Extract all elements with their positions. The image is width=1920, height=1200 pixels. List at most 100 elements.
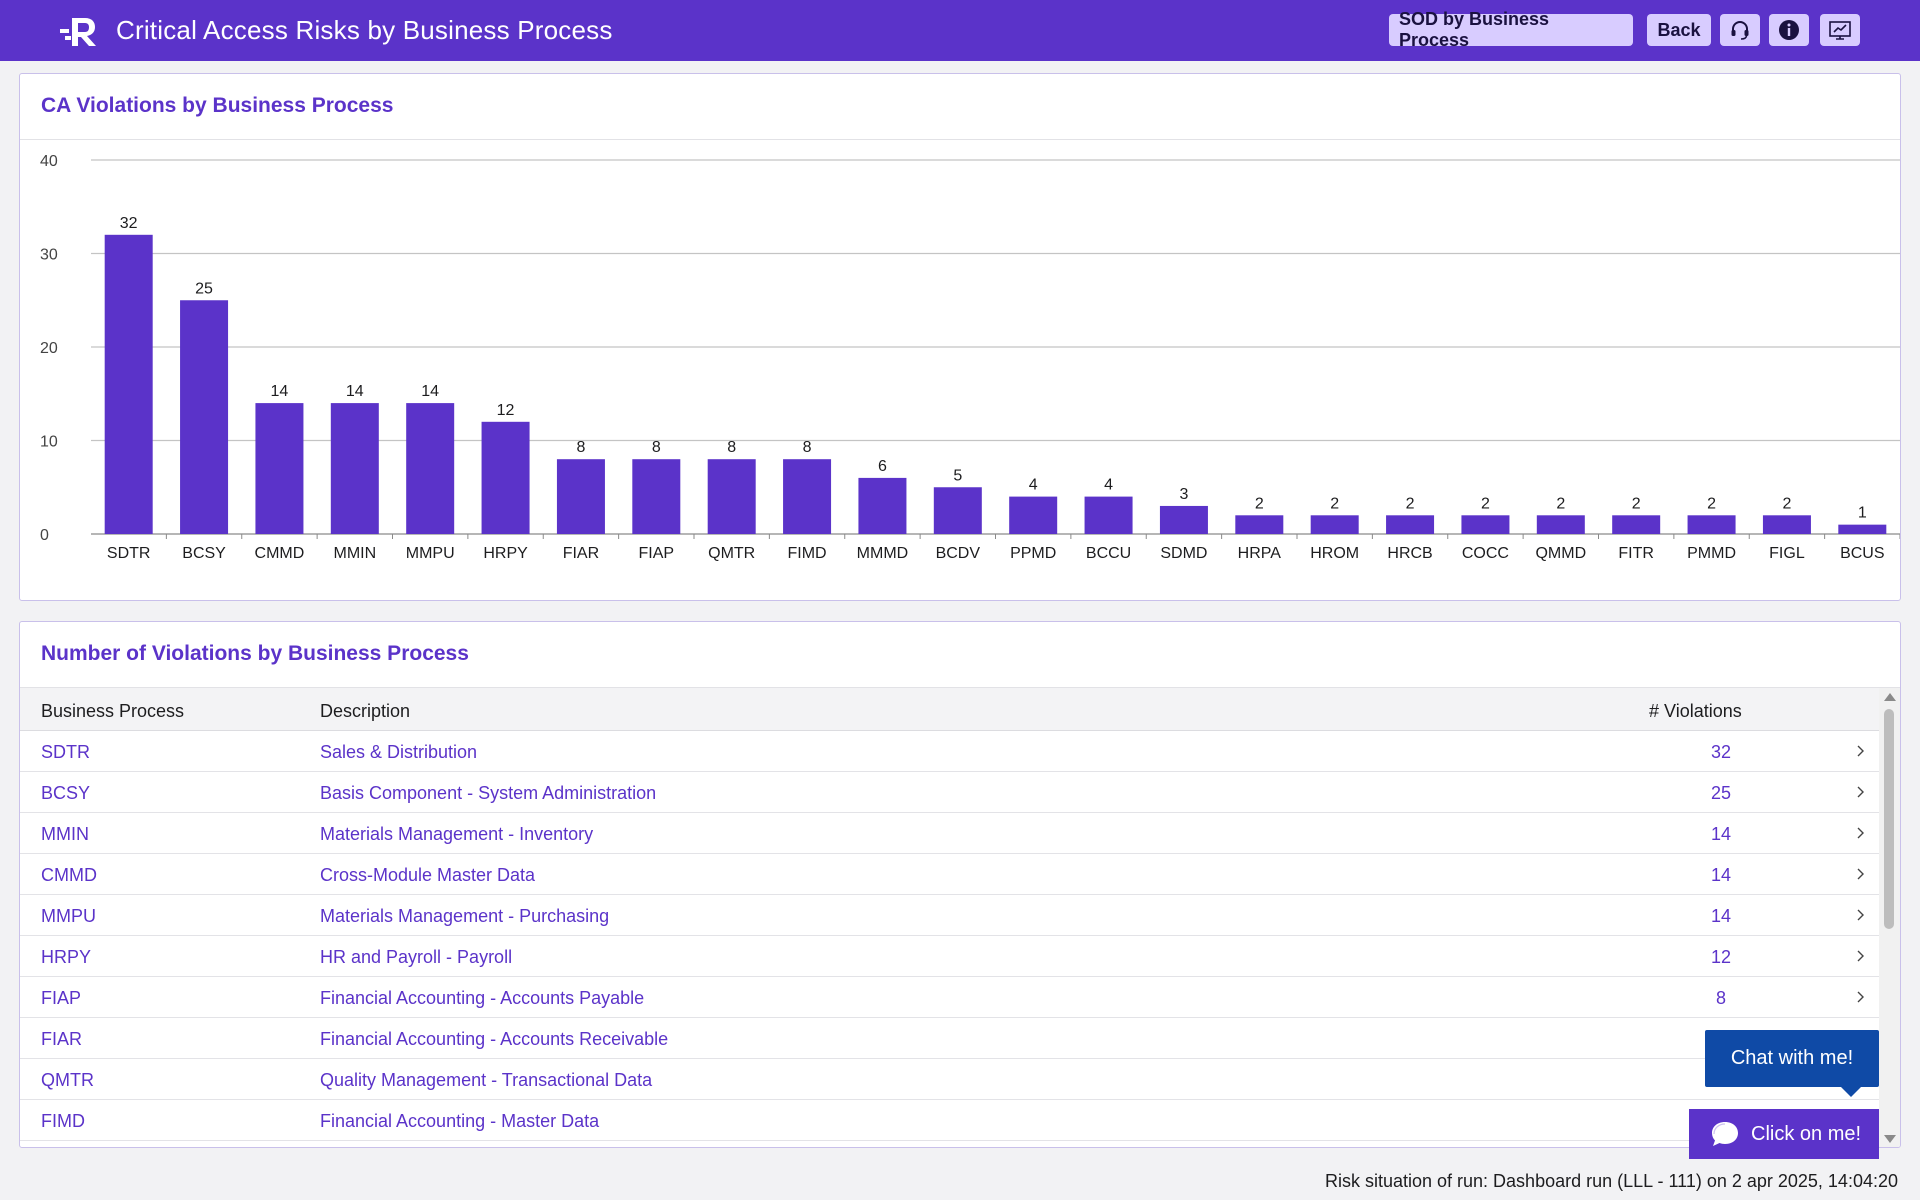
business-process-cell[interactable]: CMMD <box>41 865 97 886</box>
chat-bubble[interactable]: Chat with me! <box>1705 1030 1879 1097</box>
bar[interactable] <box>104 234 153 535</box>
bar[interactable] <box>707 459 756 534</box>
x-tick-label: BCDV <box>936 545 981 562</box>
bar[interactable] <box>255 403 304 534</box>
chart-card-title: CA Violations by Business Process <box>41 94 394 117</box>
bar[interactable] <box>180 300 229 534</box>
business-process-cell[interactable]: FIMD <box>41 1111 85 1132</box>
bar-value-label: 2 <box>1255 495 1264 512</box>
scroll-up-arrow-icon[interactable] <box>1884 693 1896 701</box>
table-row[interactable]: BCSY Basis Component - System Administrat… <box>20 772 1881 813</box>
bar[interactable] <box>556 459 605 534</box>
bar[interactable] <box>783 459 832 534</box>
bar[interactable] <box>1461 515 1510 534</box>
table-row[interactable]: FIAR Financial Accounting - Accounts Rece… <box>20 1018 1881 1059</box>
app-header: Critical Access Risks by Business Proces… <box>0 0 1920 61</box>
bar[interactable] <box>1536 515 1585 534</box>
bar[interactable] <box>1612 515 1661 534</box>
violations-count-cell[interactable]: 32 <box>1681 742 1761 763</box>
table-row[interactable]: FIMDFinancial Accounting - Master Data8 <box>20 1100 1881 1141</box>
description-cell[interactable]: Financial Accounting - Accounts Payable <box>320 988 644 1009</box>
y-tick-label: 40 <box>40 153 58 170</box>
table-row[interactable]: HRPY HR and Payroll - Payroll 12 <box>20 936 1881 977</box>
business-process-cell[interactable]: SDTR <box>41 742 90 763</box>
sod-by-business-process-button[interactable]: SOD by Business Process <box>1389 9 1633 50</box>
table-row[interactable]: MMPU Materials Management - Purchasing 14 <box>20 895 1881 936</box>
description-cell[interactable]: Materials Management - Inventory <box>320 824 593 845</box>
bar[interactable] <box>1687 515 1736 534</box>
business-process-cell[interactable]: BCSY <box>41 783 90 804</box>
violations-bar-chart: 01020304032SDTR25BCSY14CMMD14MMIN14MMPU1… <box>40 153 1900 562</box>
description-cell[interactable]: Financial Accounting - Master Data <box>320 1111 599 1132</box>
chevron-right-icon[interactable] <box>1854 987 1868 1007</box>
description-cell[interactable]: Cross-Module Master Data <box>320 865 535 886</box>
bar-value-label: 8 <box>803 439 812 456</box>
column-header-business-process[interactable]: Business Process <box>41 701 184 722</box>
table-row[interactable]: QMTR Quality Management - Transactional D… <box>20 1059 1881 1100</box>
bar-value-label: 14 <box>421 383 439 400</box>
violations-count-cell[interactable]: 25 <box>1681 783 1761 804</box>
export-button[interactable] <box>1820 14 1860 46</box>
business-process-cell[interactable]: FIAR <box>41 1029 82 1050</box>
description-cell[interactable]: Financial Accounting - Accounts Receivab… <box>320 1029 668 1050</box>
description-cell[interactable]: Quality Management - Transactional Data <box>320 1070 652 1091</box>
bar[interactable] <box>933 487 982 534</box>
bar[interactable] <box>406 403 455 534</box>
description-cell[interactable]: HR and Payroll - Payroll <box>320 947 512 968</box>
bar[interactable] <box>858 477 907 534</box>
business-process-cell[interactable]: MMPU <box>41 906 96 927</box>
bar[interactable] <box>1235 515 1284 534</box>
table-row[interactable]: SDTR Sales & Distribution 32 <box>20 731 1881 772</box>
bar[interactable] <box>1159 505 1208 534</box>
y-tick-label: 30 <box>40 247 58 264</box>
bar[interactable] <box>1310 515 1359 534</box>
table-scrollbar[interactable] <box>1879 688 1900 1147</box>
table-row[interactable]: CMMD Cross-Module Master Data 14 <box>20 854 1881 895</box>
description-cell[interactable]: Materials Management - Purchasing <box>320 906 609 927</box>
business-process-cell[interactable]: FIAP <box>41 988 81 1009</box>
bar[interactable] <box>481 421 530 534</box>
bar[interactable] <box>632 459 681 534</box>
violations-count-cell[interactable]: 14 <box>1681 865 1761 886</box>
y-tick-label: 20 <box>40 340 58 357</box>
description-cell[interactable]: Sales & Distribution <box>320 742 477 763</box>
chevron-right-icon[interactable] <box>1854 741 1868 761</box>
business-process-cell[interactable]: HRPY <box>41 947 91 968</box>
violations-count-cell[interactable]: 14 <box>1681 824 1761 845</box>
logo-icon <box>60 18 96 46</box>
column-header-description[interactable]: Description <box>320 701 410 722</box>
business-process-cell[interactable]: MMIN <box>41 824 89 845</box>
bar[interactable] <box>330 403 379 534</box>
scrollbar-thumb[interactable] <box>1884 709 1894 929</box>
bar[interactable] <box>1838 524 1887 534</box>
table-card: Number of Violations by Business Process… <box>19 621 1901 1148</box>
info-button[interactable] <box>1769 14 1809 46</box>
violations-count-cell[interactable]: 14 <box>1681 906 1761 927</box>
table-card-title: Number of Violations by Business Process <box>41 642 469 665</box>
violations-count-cell[interactable]: 8 <box>1681 988 1761 1009</box>
business-process-cell[interactable]: QMTR <box>41 1070 94 1091</box>
support-button[interactable] <box>1720 14 1760 46</box>
table-body: SDTR Sales & Distribution 32 BCSY Basis Comp… <box>20 731 1881 1141</box>
scroll-down-arrow-icon[interactable] <box>1884 1135 1896 1143</box>
bar-value-label: 2 <box>1556 495 1565 512</box>
x-tick-label: BCUS <box>1840 545 1884 562</box>
chevron-right-icon[interactable] <box>1854 782 1868 802</box>
bar[interactable] <box>1084 496 1133 534</box>
back-button[interactable]: Back <box>1647 14 1711 46</box>
table-row[interactable]: FIAP Financial Accounting - Accounts Paya… <box>20 977 1881 1018</box>
column-header-violations[interactable]: # Violations <box>1649 701 1742 722</box>
x-tick-label: HRCB <box>1387 545 1432 562</box>
chevron-right-icon[interactable] <box>1854 823 1868 843</box>
chevron-right-icon[interactable] <box>1854 864 1868 884</box>
bar[interactable] <box>1762 515 1811 534</box>
chevron-right-icon[interactable] <box>1854 905 1868 925</box>
violations-count-cell[interactable]: 12 <box>1681 947 1761 968</box>
chat-icon <box>1712 1122 1738 1146</box>
chevron-right-icon[interactable] <box>1854 946 1868 966</box>
description-cell[interactable]: Basis Component - System Administration <box>320 783 656 804</box>
bar[interactable] <box>1386 515 1435 534</box>
table-row[interactable]: MMIN Materials Management - Inventory 14 <box>20 813 1881 854</box>
bar[interactable] <box>1009 496 1058 534</box>
chat-launcher-button[interactable]: Click on me! <box>1689 1109 1879 1159</box>
